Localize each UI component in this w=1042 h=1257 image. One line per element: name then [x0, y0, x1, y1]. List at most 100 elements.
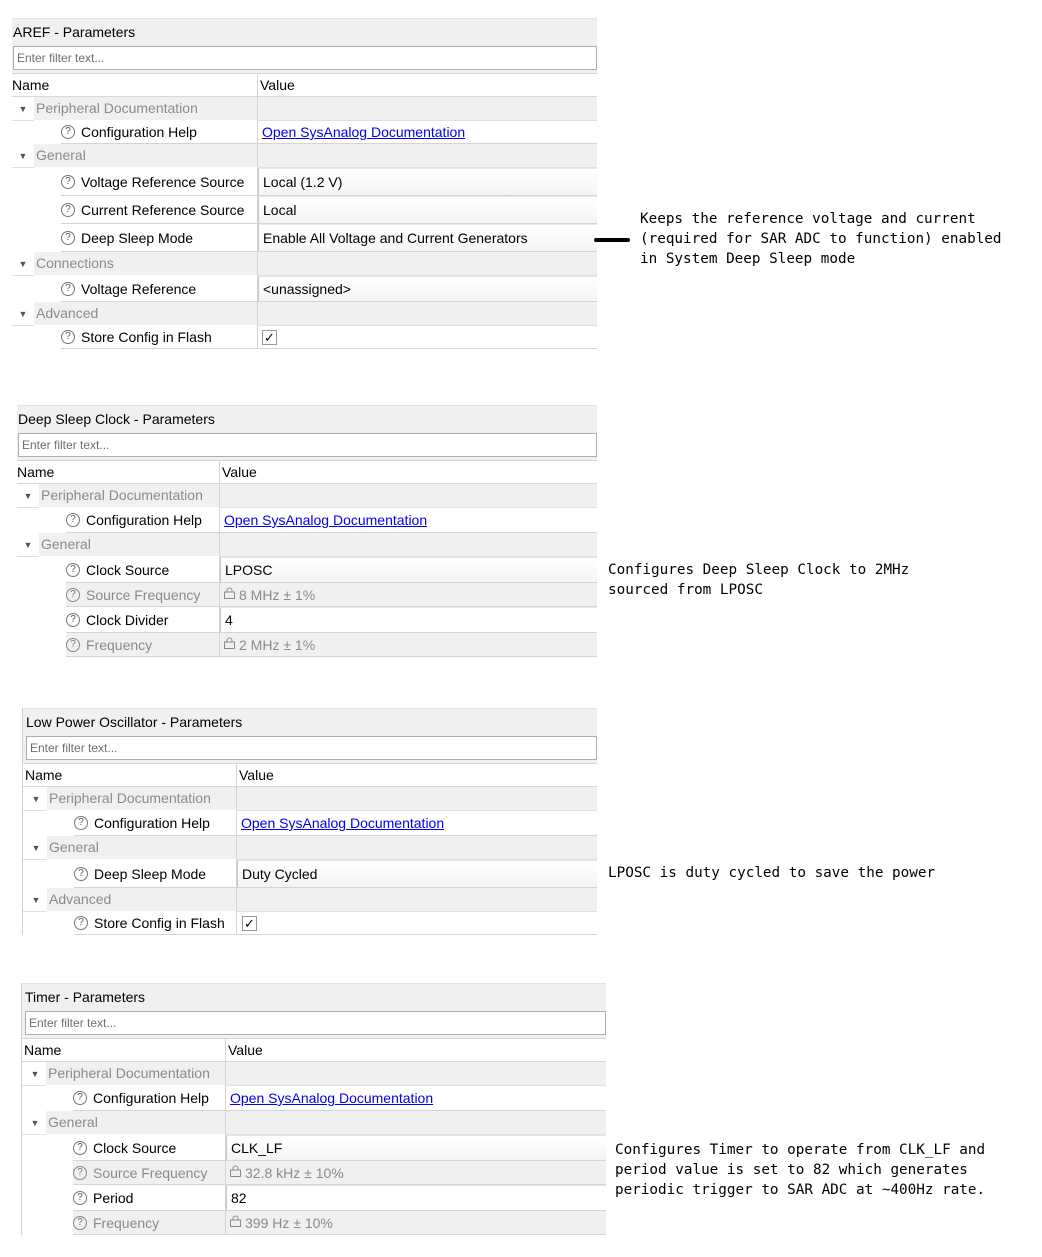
help-icon[interactable]: ?	[73, 1091, 87, 1105]
voltage-reference-source-dropdown[interactable]: Local (1.2 V)	[258, 168, 597, 196]
filter-field[interactable]	[13, 46, 597, 70]
filter-field[interactable]	[26, 736, 597, 760]
frequency-value: 399 Hz ± 10%	[245, 1214, 333, 1231]
voltage-reference-dropdown[interactable]: <unassigned>	[258, 276, 597, 302]
filter-input[interactable]	[30, 741, 596, 755]
help-icon[interactable]: ?	[66, 513, 80, 527]
deep-sleep-mode-dropdown[interactable]: Duty Cycled	[237, 860, 597, 888]
filter-field[interactable]	[18, 433, 597, 457]
help-icon[interactable]: ?	[66, 562, 80, 577]
store-config-checkbox[interactable]: ✓	[262, 329, 277, 345]
expand-arrow-icon[interactable]: ▼	[17, 540, 39, 550]
deep-sleep-clock-parameters-panel: Deep Sleep Clock - Parameters Name Value…	[17, 405, 597, 657]
group-advanced[interactable]: ▼ Advanced	[12, 301, 597, 326]
group-peripheral-documentation[interactable]: ▼ Peripheral Documentation	[22, 1061, 606, 1086]
param-voltage-reference-source: ? Voltage Reference Source Local (1.2 V)	[12, 168, 597, 196]
panel-title: Deep Sleep Clock - Parameters	[17, 405, 597, 432]
tree-header: Name Value	[17, 461, 597, 484]
filter-field[interactable]	[25, 1011, 606, 1035]
param-label: Configuration Help	[86, 512, 202, 528]
period-input[interactable]: 82	[226, 1185, 606, 1211]
filter-input[interactable]	[17, 51, 596, 65]
clock-divider-input[interactable]: 4	[220, 607, 597, 633]
group-general[interactable]: ▼ General	[23, 835, 597, 860]
filter-input[interactable]	[22, 438, 596, 452]
group-peripheral-documentation[interactable]: ▼ Peripheral Documentation	[12, 96, 597, 121]
help-icon[interactable]: ?	[74, 916, 88, 930]
expand-arrow-icon[interactable]: ▼	[17, 491, 39, 501]
expand-arrow-icon[interactable]: ▼	[24, 1069, 46, 1079]
help-icon[interactable]: ?	[73, 1140, 87, 1155]
documentation-link[interactable]: Open SysAnalog Documentation	[262, 124, 465, 140]
group-peripheral-documentation[interactable]: ▼ Peripheral Documentation	[17, 483, 597, 508]
clock-source-dropdown[interactable]: LPOSC	[220, 557, 597, 583]
expand-arrow-icon[interactable]: ▼	[25, 794, 47, 804]
column-header-value[interactable]: Value	[258, 74, 597, 96]
column-header-name[interactable]: Name	[23, 764, 237, 786]
clock-source-dropdown[interactable]: CLK_LF	[226, 1135, 606, 1161]
column-header-name[interactable]: Name	[22, 1039, 226, 1061]
param-label: Store Config in Flash	[94, 915, 225, 931]
expand-arrow-icon[interactable]: ▼	[25, 843, 47, 853]
expand-arrow-icon[interactable]: ▼	[25, 895, 47, 905]
group-general[interactable]: ▼ General	[22, 1110, 606, 1135]
help-icon[interactable]: ?	[74, 816, 88, 830]
help-icon[interactable]: ?	[66, 612, 80, 627]
lock-icon	[224, 637, 235, 652]
expand-arrow-icon[interactable]: ▼	[12, 151, 34, 161]
group-peripheral-documentation[interactable]: ▼ Peripheral Documentation	[23, 786, 597, 811]
group-connections[interactable]: ▼ Connections	[12, 251, 597, 276]
parameter-tree: Name Value ▼ Peripheral Documentation ? …	[12, 73, 597, 349]
deep-sleep-mode-dropdown[interactable]: Enable All Voltage and Current Generator…	[258, 224, 597, 252]
help-icon[interactable]: ?	[61, 202, 75, 217]
lock-icon	[230, 1215, 241, 1230]
low-power-oscillator-parameters-panel: Low Power Oscillator - Parameters Name V…	[22, 708, 597, 935]
param-label: Deep Sleep Mode	[94, 865, 207, 882]
documentation-link[interactable]: Open SysAnalog Documentation	[241, 815, 444, 831]
param-store-config-in-flash: ? Store Config in Flash ✓	[23, 912, 597, 935]
group-label: Peripheral Documentation	[39, 483, 219, 508]
source-frequency-value: 8 MHz ± 1%	[239, 586, 316, 603]
help-icon[interactable]: ?	[61, 281, 75, 296]
documentation-link[interactable]: Open SysAnalog Documentation	[224, 512, 427, 528]
column-header-name[interactable]: Name	[12, 74, 258, 96]
help-icon[interactable]: ?	[66, 587, 80, 602]
annotation-arrow	[594, 238, 630, 242]
help-icon[interactable]: ?	[73, 1215, 87, 1230]
expand-arrow-icon[interactable]: ▼	[12, 259, 34, 269]
column-header-value[interactable]: Value	[220, 461, 597, 483]
group-advanced[interactable]: ▼ Advanced	[23, 887, 597, 912]
panel-title: Timer - Parameters	[22, 983, 606, 1010]
documentation-link[interactable]: Open SysAnalog Documentation	[230, 1090, 433, 1106]
column-header-value[interactable]: Value	[237, 764, 597, 786]
column-header-name[interactable]: Name	[17, 461, 220, 483]
param-clock-source: ? Clock Source LPOSC	[17, 557, 597, 583]
help-icon[interactable]: ?	[73, 1165, 87, 1180]
group-label: General	[34, 143, 257, 168]
expand-arrow-icon[interactable]: ▼	[12, 309, 34, 319]
help-icon[interactable]: ?	[61, 230, 75, 245]
column-header-value[interactable]: Value	[226, 1039, 606, 1061]
param-clock-source: ? Clock Source CLK_LF	[22, 1135, 606, 1161]
parameter-tree: Name Value ▼ Peripheral Documentation ? …	[22, 1038, 606, 1235]
help-icon[interactable]: ?	[66, 637, 80, 652]
param-configuration-help: ? Configuration Help Open SysAnalog Docu…	[23, 811, 597, 836]
current-reference-source-dropdown[interactable]: Local	[258, 196, 597, 224]
help-icon[interactable]: ?	[61, 174, 75, 189]
param-label: Source Frequency	[93, 1164, 208, 1181]
filter-input[interactable]	[29, 1016, 605, 1030]
expand-arrow-icon[interactable]: ▼	[24, 1118, 46, 1128]
lock-icon	[224, 587, 235, 602]
panel-title: AREF - Parameters	[12, 18, 597, 45]
help-icon[interactable]: ?	[74, 866, 88, 881]
group-general[interactable]: ▼ General	[12, 143, 597, 168]
help-icon[interactable]: ?	[61, 125, 75, 139]
param-deep-sleep-mode: ? Deep Sleep Mode Enable All Voltage and…	[12, 224, 597, 252]
group-label: General	[39, 532, 219, 557]
help-icon[interactable]: ?	[73, 1190, 87, 1205]
store-config-checkbox[interactable]: ✓	[242, 915, 257, 931]
expand-arrow-icon[interactable]: ▼	[12, 104, 34, 114]
help-icon[interactable]: ?	[61, 330, 75, 344]
param-deep-sleep-mode: ? Deep Sleep Mode Duty Cycled	[23, 860, 597, 888]
group-general[interactable]: ▼ General	[17, 532, 597, 557]
